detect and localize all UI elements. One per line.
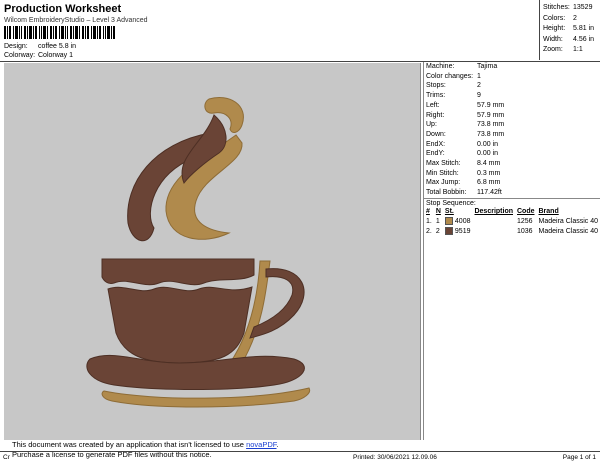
spec-max-stitch: Max Stitch:8.4 mm [426, 159, 504, 169]
spec-left: Left:57.9 mm [426, 101, 504, 111]
row-brand: Madeira Classic 40 [537, 226, 600, 236]
design-value: coffee 5.8 in [38, 43, 76, 50]
row-number: 1. [424, 216, 434, 226]
spec-total-bobbin: Total Bobbin:117.42ft [426, 188, 504, 198]
spec-up: Up:73.8 mm [426, 120, 504, 130]
col-code: Code [515, 207, 537, 216]
saucer-gold-line [102, 388, 310, 407]
spec-stops: Stops:2 [426, 81, 504, 91]
spec-right: Right:57.9 mm [426, 111, 504, 121]
spec-machine: Machine:Tajima [426, 62, 504, 72]
printed-timestamp: Printed: 30/06/2021 12.09.06 [353, 454, 437, 461]
row-description [472, 226, 515, 236]
row-code: 1256 [515, 216, 537, 226]
table-row: 1. 1 4008 1256 Madeira Classic 40 [424, 216, 600, 226]
colorway-row: Colorway:Colorway 1 [4, 52, 73, 59]
notice-line-1: This document was created by an applicat… [12, 440, 279, 450]
col-n: N [434, 207, 443, 216]
cup-body [108, 287, 252, 363]
page-number: Page 1 of 1 [563, 454, 596, 461]
color-swatch [445, 227, 453, 235]
table-row: 2. 2 9519 1036 Madeira Classic 40 [424, 226, 600, 236]
colorway-label: Colorway: [4, 52, 38, 59]
row-description [472, 216, 515, 226]
top-stats: Stitches:13529 Colors:2 Height:5.81 in W… [543, 3, 594, 56]
col-st: St. [443, 207, 473, 216]
stop-table-header: # N St. Description Code Brand [424, 207, 600, 216]
row-n: 1 [434, 216, 443, 226]
footer-left: Cr [3, 454, 10, 461]
colorway-value: Colorway 1 [38, 52, 73, 59]
stat-width: Width:4.56 in [543, 35, 594, 46]
col-brand: Brand [537, 207, 600, 216]
design-row: Design:coffee 5.8 in [4, 43, 76, 50]
row-code: 1036 [515, 226, 537, 236]
spec-trims: Trims:9 [426, 91, 504, 101]
row-number: 2. [424, 226, 434, 236]
col-number: # [424, 207, 434, 216]
row-st: 4008 [443, 216, 473, 226]
coffee-cup-design [4, 63, 420, 440]
panel-separator [423, 198, 600, 199]
spec-endx: EndX:0.00 in [426, 140, 504, 150]
stop-sequence-table: # N St. Description Code Brand 1. 1 4008… [424, 207, 600, 236]
software-subtitle: Wilcom EmbroideryStudio – Level 3 Advanc… [4, 17, 148, 24]
stat-zoom: Zoom:1:1 [543, 45, 594, 56]
header-divider [539, 0, 540, 60]
col-description: Description [472, 207, 515, 216]
stat-height: Height:5.81 in [543, 24, 594, 35]
cup-rim [102, 259, 254, 285]
spec-min-stitch: Min Stitch:0.3 mm [426, 169, 504, 179]
row-n: 2 [434, 226, 443, 236]
spec-down: Down:73.8 mm [426, 130, 504, 140]
stat-stitches: Stitches:13529 [543, 3, 594, 14]
spec-max-jump: Max Jump:6.8 mm [426, 178, 504, 188]
spec-endy: EndY:0.00 in [426, 149, 504, 159]
spec-color-changes: Color changes:1 [426, 72, 504, 82]
page-footer: Cr Printed: 30/06/2021 12.09.06 Page 1 o… [0, 451, 600, 465]
stop-sequence-title: Stop Sequence: [426, 200, 476, 207]
machine-specs: Machine:Tajima Color changes:1 Stops:2 T… [426, 62, 504, 198]
page-title: Production Worksheet [4, 3, 121, 15]
barcode [4, 26, 116, 39]
novapdf-link[interactable]: novaPDF [246, 440, 276, 449]
color-swatch [445, 217, 453, 225]
row-brand: Madeira Classic 40 [537, 216, 600, 226]
stat-colors: Colors:2 [543, 14, 594, 25]
design-label: Design: [4, 43, 38, 50]
row-st: 9519 [443, 226, 473, 236]
